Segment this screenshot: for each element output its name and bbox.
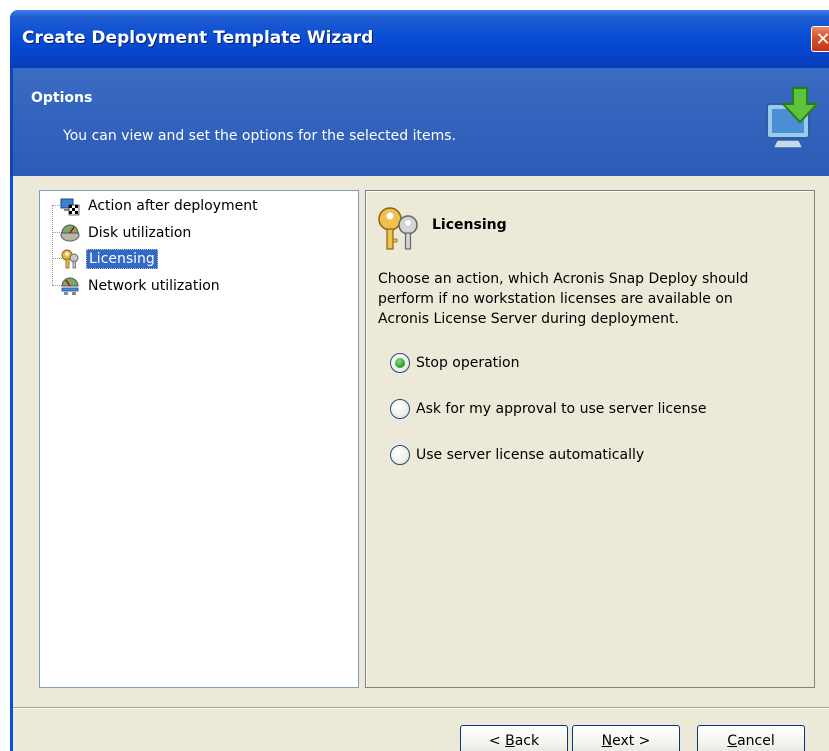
header-description: You can view and set the options for the… — [63, 128, 456, 144]
radio-button[interactable] — [390, 445, 410, 465]
back-button-accel: B — [505, 733, 515, 749]
tree-item-action-after-deployment[interactable]: Action after deployment — [60, 195, 260, 217]
panel-title: Licensing — [432, 217, 507, 233]
tree-item-label: Network utilization — [88, 278, 220, 294]
options-tree[interactable]: Action after deployment Disk utilization — [39, 190, 359, 688]
cancel-button-rest: ancel — [737, 733, 775, 749]
cancel-button[interactable]: Cancel — [697, 725, 805, 751]
computer-flag-icon — [60, 198, 80, 216]
cancel-button-accel: C — [727, 733, 738, 749]
tree-item-network-utilization[interactable]: Network utilization — [60, 275, 222, 297]
wizard-header: Options You can view and set the options… — [10, 68, 829, 176]
tree-item-label: Disk utilization — [88, 225, 192, 241]
licensing-options-panel: Licensing Choose an action, which Acroni… — [365, 190, 815, 688]
close-button[interactable]: ✕ — [811, 26, 829, 52]
footer-separator — [13, 707, 829, 709]
window-title: Create Deployment Template Wizard — [22, 28, 374, 48]
tree-item-label: Action after deployment — [88, 198, 258, 214]
description-line: Choose an action, which Acronis Snap Dep… — [378, 271, 749, 287]
back-button-rest: ack — [514, 733, 540, 749]
close-icon: ✕ — [815, 28, 829, 50]
back-button[interactable]: < Back — [460, 725, 568, 751]
description-line: perform if no workstation licenses are a… — [378, 291, 733, 307]
title-bar[interactable]: Create Deployment Template Wizard — [10, 10, 829, 68]
panel-description: Choose an action, which Acronis Snap Dep… — [378, 269, 798, 329]
radio-button-checked[interactable] — [390, 353, 410, 373]
radio-label: Use server license automatically — [416, 447, 645, 463]
network-gauge-icon — [61, 277, 79, 295]
next-button-accel: N — [601, 733, 613, 749]
radio-ask-approval[interactable]: Ask for my approval to use server licens… — [390, 397, 706, 421]
keys-icon — [61, 249, 79, 269]
monitor-download-arrow-icon — [766, 87, 820, 149]
radio-label: Ask for my approval to use server licens… — [416, 401, 707, 417]
keys-icon — [378, 207, 418, 250]
wizard-body: Action after deployment Disk utilization — [10, 176, 829, 751]
tree-item-disk-utilization[interactable]: Disk utilization — [60, 222, 193, 244]
radio-button[interactable] — [390, 399, 410, 419]
tree-item-licensing[interactable]: Licensing — [60, 248, 158, 270]
radio-use-server-license[interactable]: Use server license automatically — [390, 443, 644, 467]
radio-stop-operation[interactable]: Stop operation — [390, 351, 520, 375]
disk-gauge-icon — [60, 224, 80, 242]
back-button-prefix: < — [488, 733, 506, 749]
radio-label: Stop operation — [416, 355, 520, 371]
tree-item-label: Licensing — [86, 249, 158, 269]
wizard-window: Create Deployment Template Wizard ✕ Opti… — [10, 10, 829, 751]
next-button[interactable]: Next > — [572, 725, 680, 751]
next-button-rest: ext > — [612, 733, 651, 749]
tree-connector — [52, 205, 53, 285]
header-title: Options — [31, 90, 93, 106]
description-line: Acronis License Server during deployment… — [378, 311, 679, 327]
